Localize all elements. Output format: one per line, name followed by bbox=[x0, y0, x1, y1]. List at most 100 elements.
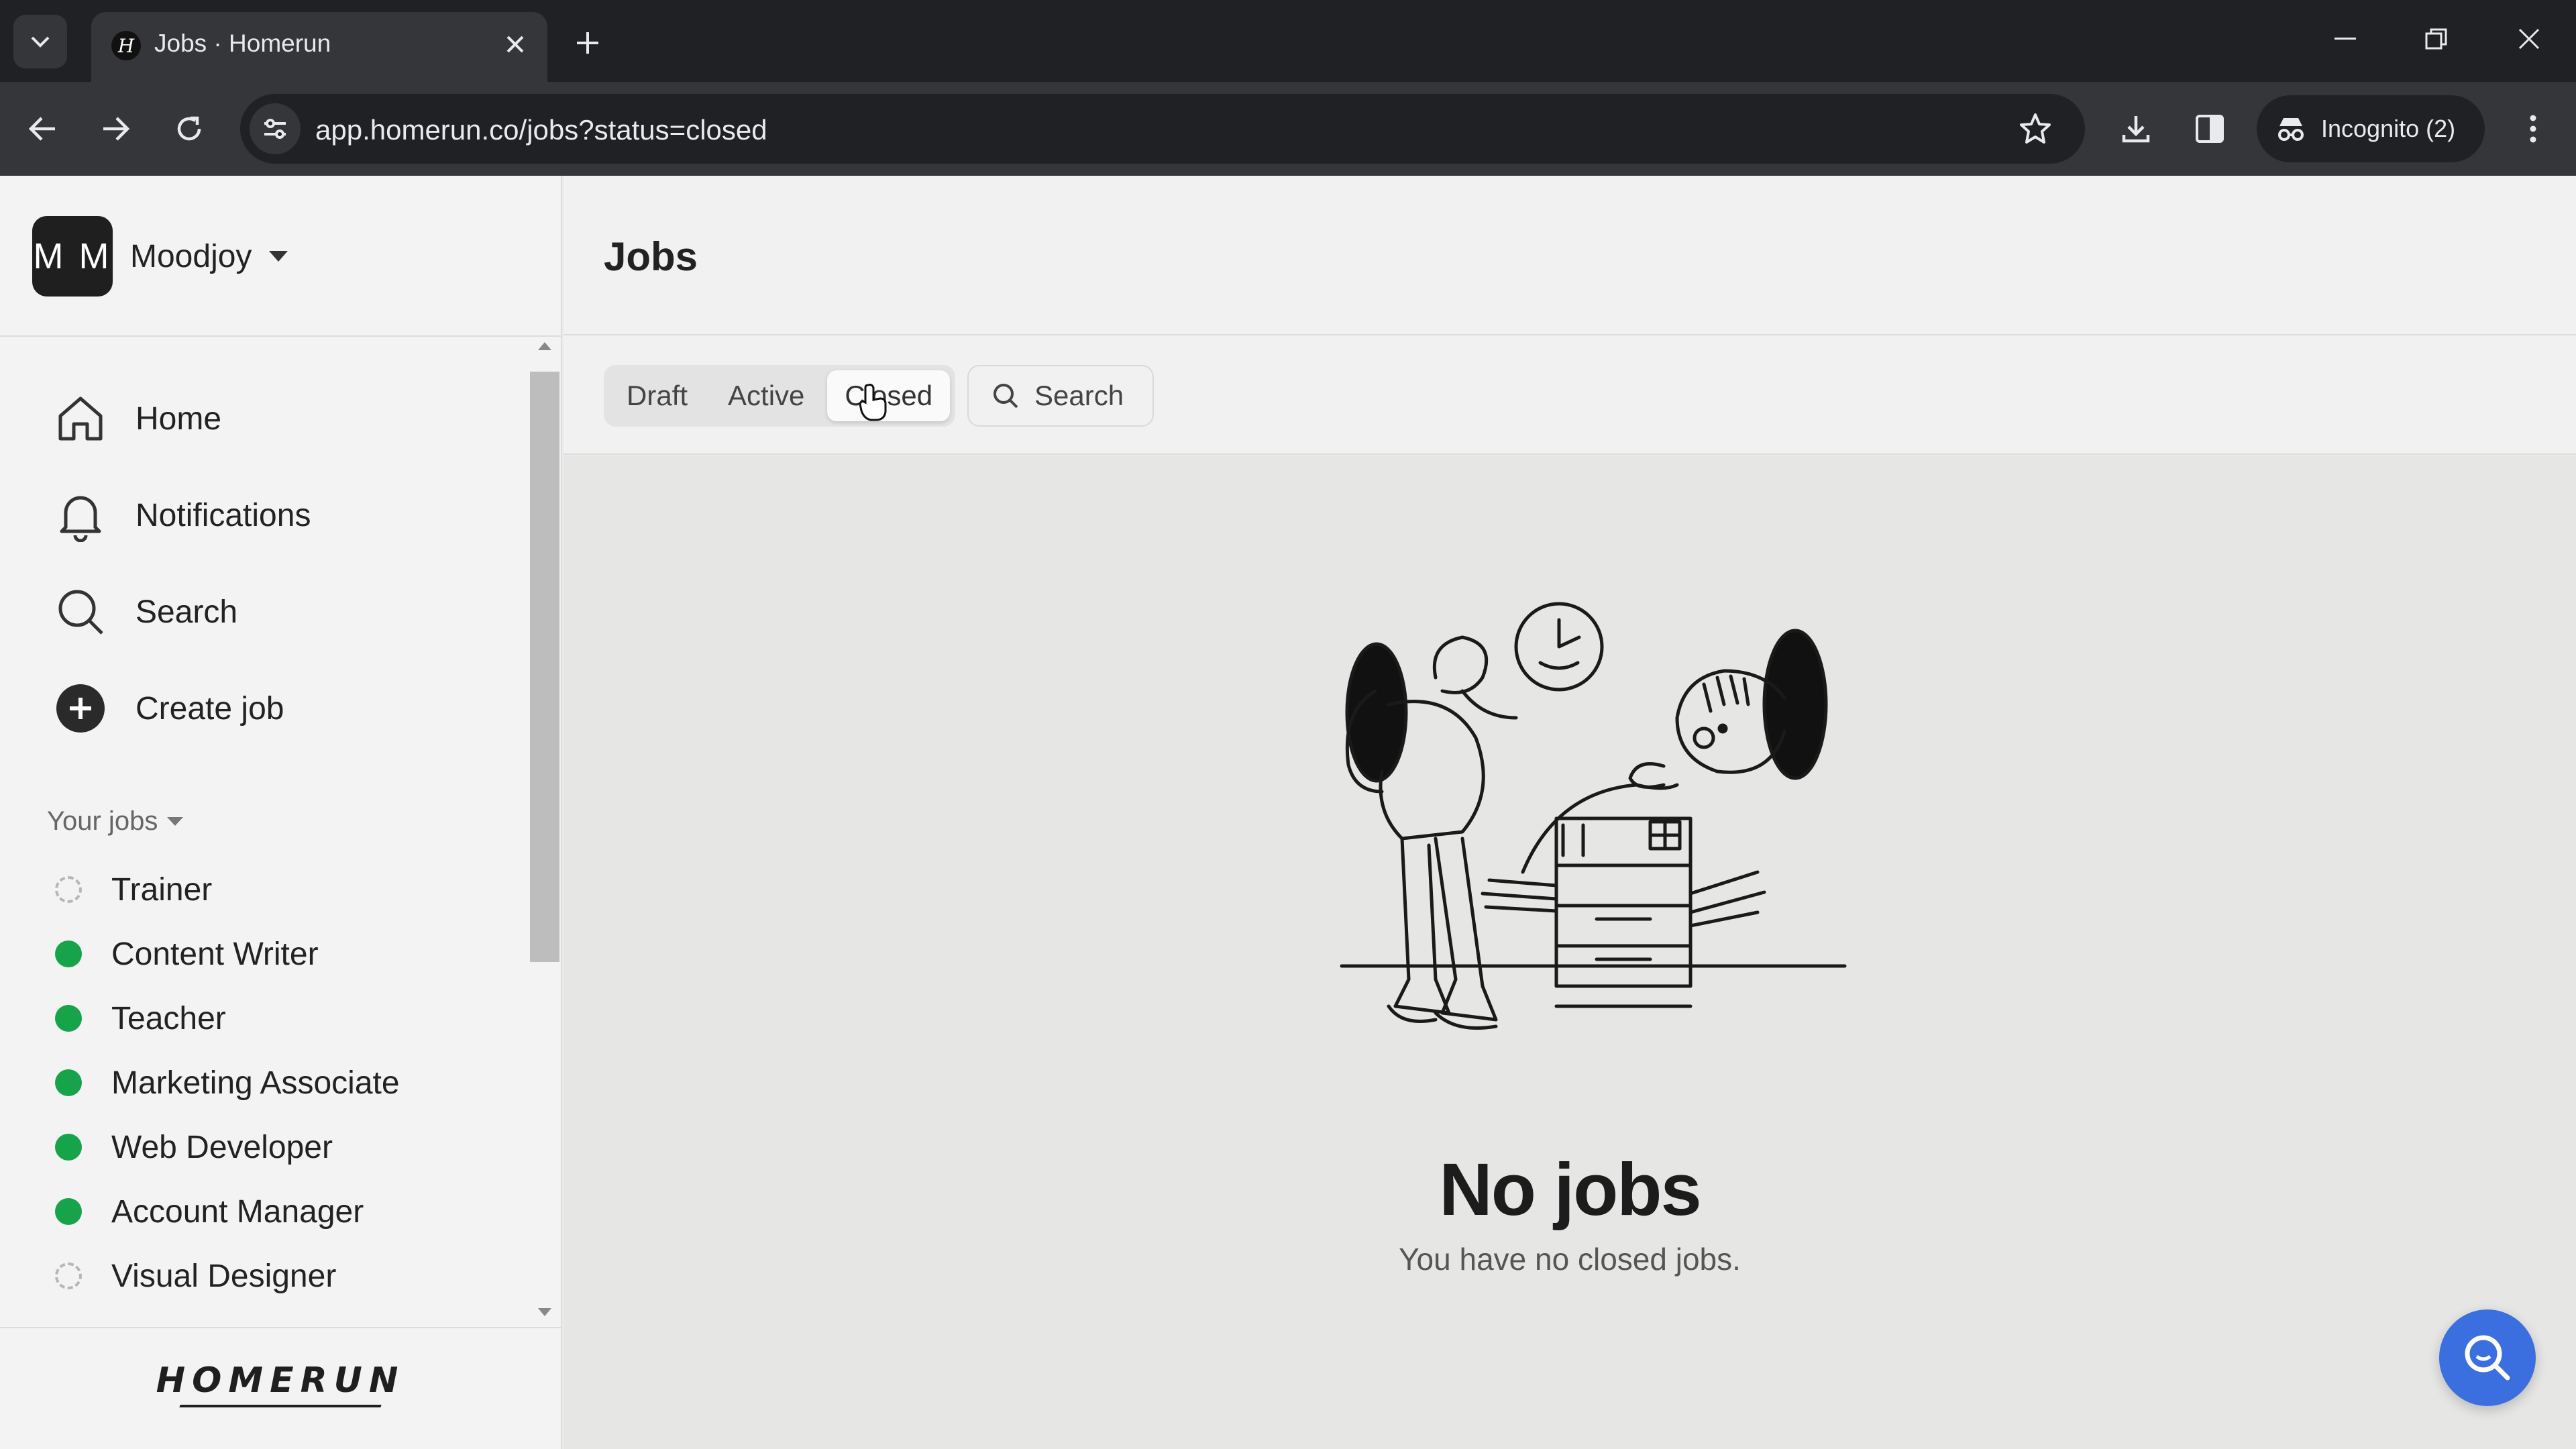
org-avatar: M M bbox=[32, 216, 113, 297]
tab-active[interactable]: Active bbox=[710, 370, 822, 421]
plus-circle-icon bbox=[51, 679, 110, 738]
arrow-left-icon bbox=[28, 117, 55, 141]
new-tab-button[interactable] bbox=[564, 19, 612, 67]
help-search-button[interactable] bbox=[2439, 1309, 2536, 1406]
sidebar-item-search[interactable]: Search bbox=[51, 578, 237, 645]
your-jobs-label: Your jobs bbox=[47, 806, 158, 836]
active-status-icon bbox=[55, 1069, 82, 1096]
restore-button[interactable] bbox=[2404, 12, 2469, 66]
job-label: Trainer bbox=[111, 871, 213, 908]
job-item-teacher[interactable]: Teacher bbox=[55, 990, 226, 1046]
scroll-up-arrow-icon[interactable] bbox=[538, 342, 551, 350]
job-item-content-writer[interactable]: Content Writer bbox=[55, 926, 319, 982]
window-close-button[interactable] bbox=[2497, 12, 2561, 66]
caret-down-icon bbox=[167, 817, 184, 826]
close-icon bbox=[506, 36, 524, 53]
minimize-icon bbox=[2334, 38, 2356, 40]
forward-button[interactable] bbox=[87, 101, 144, 157]
job-item-web-developer[interactable]: Web Developer bbox=[55, 1119, 333, 1175]
job-label: Visual Designer bbox=[111, 1258, 337, 1294]
home-icon bbox=[51, 389, 110, 448]
incognito-button[interactable]: Incognito (2) bbox=[2257, 95, 2485, 162]
restore-icon bbox=[2425, 28, 2447, 50]
active-status-icon bbox=[55, 1198, 82, 1225]
job-item-trainer[interactable]: Trainer bbox=[55, 861, 212, 918]
draft-status-icon bbox=[55, 876, 82, 903]
search-icon bbox=[51, 582, 110, 641]
status-filter-tabs: Draft Active Closed bbox=[604, 365, 956, 427]
sidebar-item-label: Create job bbox=[136, 690, 284, 727]
downloads-button[interactable] bbox=[2108, 101, 2164, 157]
plus-icon bbox=[577, 32, 598, 54]
tab-search-button[interactable] bbox=[13, 15, 67, 68]
reload-button[interactable] bbox=[161, 101, 217, 157]
more-vertical-icon bbox=[2530, 115, 2536, 143]
hand-cursor-icon bbox=[859, 384, 887, 421]
reload-icon bbox=[177, 116, 201, 141]
job-item-visual-designer[interactable]: Visual Designer bbox=[55, 1248, 336, 1304]
browser-toolbar: app.homerun.co/jobs?status=closed Incogn… bbox=[0, 82, 2576, 176]
url-text: app.homerun.co/jobs?status=closed bbox=[315, 114, 767, 146]
bell-icon bbox=[51, 486, 110, 545]
browser-menu-button[interactable] bbox=[2505, 101, 2561, 157]
main-header: Jobs bbox=[564, 176, 2576, 335]
active-status-icon bbox=[55, 1134, 82, 1161]
job-label: Teacher bbox=[111, 1000, 226, 1036]
browser-tab[interactable]: H Jobs · Homerun bbox=[91, 12, 547, 82]
brand-text: HOMERUN bbox=[156, 1360, 405, 1401]
side-panel-icon bbox=[2196, 115, 2224, 143]
sidebar-scroll-area: Home Notifications Search Create job You… bbox=[0, 337, 561, 1449]
sidebar-item-label: Search bbox=[136, 594, 238, 630]
search-label: Search bbox=[1034, 380, 1124, 411]
brand-underline bbox=[179, 1405, 382, 1407]
download-icon bbox=[2122, 116, 2150, 143]
job-label: Content Writer bbox=[111, 936, 319, 972]
draft-status-icon bbox=[55, 1263, 82, 1289]
sidebar-item-label: Home bbox=[136, 400, 222, 437]
page-title: Jobs bbox=[604, 234, 698, 279]
tune-icon bbox=[264, 119, 286, 139]
tab-draft[interactable]: Draft bbox=[609, 370, 705, 421]
address-bar[interactable]: app.homerun.co/jobs?status=closed bbox=[240, 94, 2085, 164]
browser-tabstrip: H Jobs · Homerun bbox=[0, 0, 2576, 82]
search-icon bbox=[994, 384, 1018, 409]
sidebar-item-home[interactable]: Home bbox=[51, 385, 221, 452]
sidebar-item-notifications[interactable]: Notifications bbox=[51, 482, 311, 549]
job-item-marketing-associate[interactable]: Marketing Associate bbox=[55, 1055, 400, 1111]
tab-close-button[interactable] bbox=[496, 25, 534, 63]
caret-down-icon bbox=[269, 251, 288, 262]
divider bbox=[0, 1327, 561, 1328]
incognito-icon bbox=[2278, 118, 2304, 141]
bookmark-button[interactable] bbox=[2015, 109, 2055, 149]
empty-state: No jobs You have no closed jobs. bbox=[564, 456, 2576, 1449]
active-status-icon bbox=[55, 941, 82, 967]
job-label: Account Manager bbox=[111, 1193, 364, 1230]
your-jobs-toggle[interactable]: Your jobs bbox=[47, 806, 184, 837]
scrollbar-thumb[interactable] bbox=[530, 372, 559, 962]
job-label: Web Developer bbox=[111, 1129, 333, 1165]
empty-state-title: No jobs bbox=[1439, 1148, 1701, 1231]
arrow-right-icon bbox=[103, 117, 130, 141]
minimize-button[interactable] bbox=[2313, 12, 2377, 66]
homerun-logo: HOMERUN bbox=[0, 1360, 561, 1407]
close-icon bbox=[2518, 28, 2540, 50]
active-status-icon bbox=[55, 1005, 82, 1032]
back-button[interactable] bbox=[15, 101, 71, 157]
side-panel-button[interactable] bbox=[2182, 101, 2238, 157]
empty-jobs-illustration bbox=[1340, 602, 1847, 1030]
scroll-down-arrow-icon[interactable] bbox=[538, 1308, 551, 1316]
incognito-label: Incognito (2) bbox=[2321, 115, 2456, 142]
job-label: Marketing Associate bbox=[111, 1065, 400, 1101]
job-item-account-manager[interactable]: Account Manager bbox=[55, 1183, 364, 1240]
org-name: Moodjoy bbox=[130, 238, 252, 274]
jobs-search-button[interactable]: Search bbox=[967, 365, 1154, 427]
chevron-down-icon bbox=[31, 36, 50, 48]
org-switcher[interactable]: M M Moodjoy bbox=[32, 216, 288, 297]
site-info-button[interactable] bbox=[250, 103, 301, 154]
empty-state-subtitle: You have no closed jobs. bbox=[1399, 1242, 1741, 1277]
star-icon bbox=[2020, 113, 2051, 144]
sidebar-item-create-job[interactable]: Create job bbox=[51, 675, 284, 742]
tab-title: Jobs · Homerun bbox=[154, 30, 331, 57]
homerun-favicon-icon: H bbox=[111, 31, 141, 60]
sidebar-scrollbar[interactable] bbox=[530, 337, 559, 1326]
